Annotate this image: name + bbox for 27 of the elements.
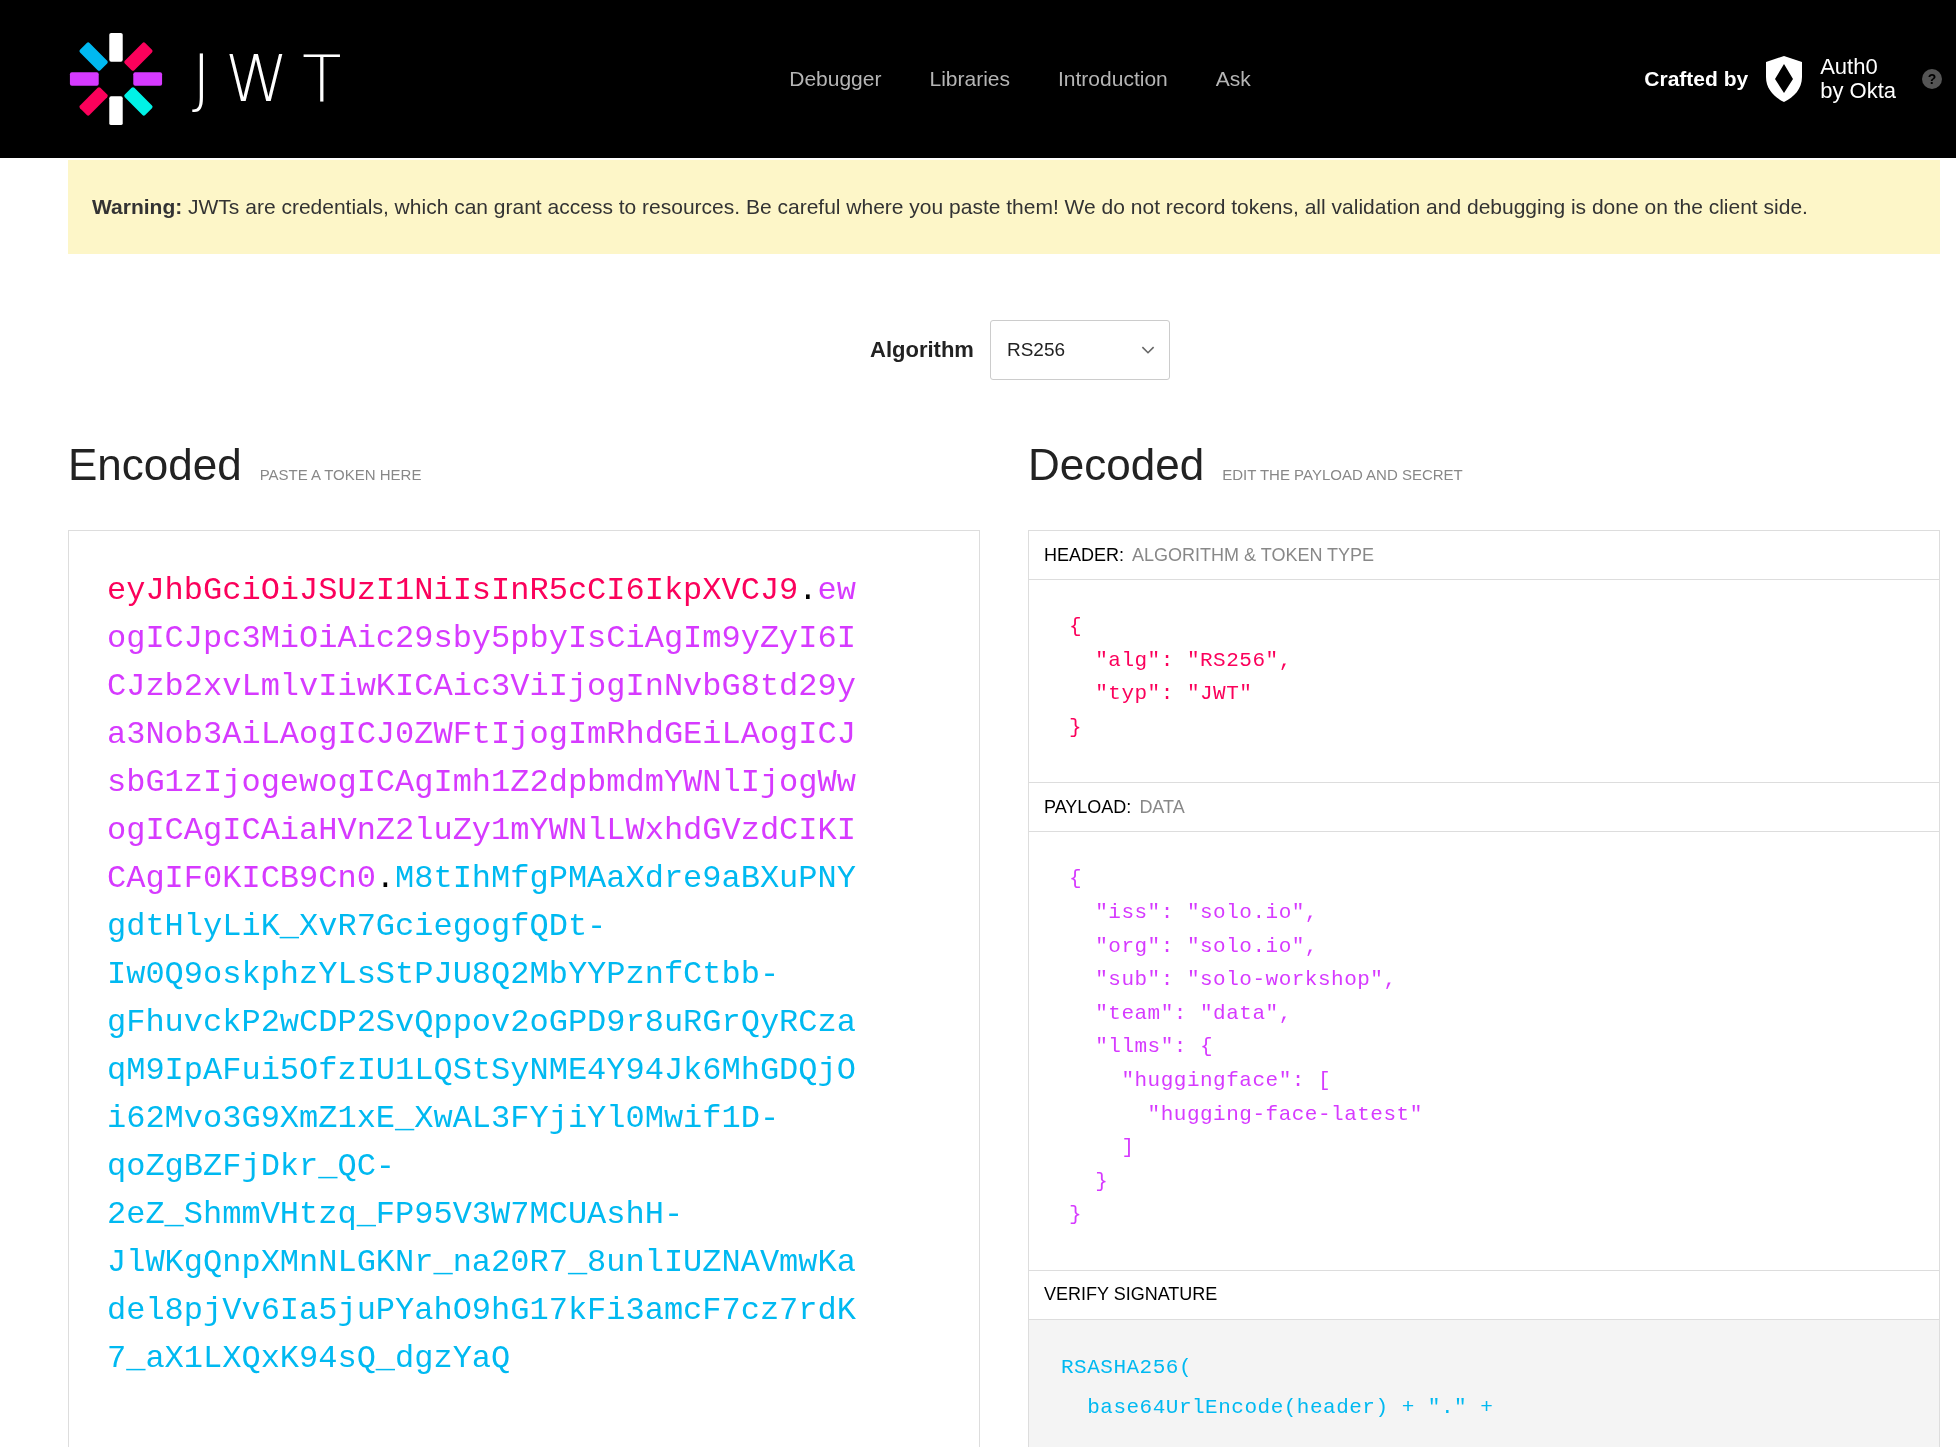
nav-link[interactable]: Ask bbox=[1215, 67, 1251, 91]
encoded-title: Encoded bbox=[68, 440, 242, 490]
decoded-title: Decoded bbox=[1028, 440, 1205, 490]
nav-link[interactable]: Libraries bbox=[929, 67, 1010, 91]
token-text: eyJhbGciOiJSUzI1NiIsInR5cCI6IkpXVCJ9.ewogICJpc3MiOiAic29sby5pbyIsCiAgIm9yZyI6ICJzb2xvLmlvIiwKICAic3ViIjogInNvbG8td29ya3Nob3AiLAogICJ0ZWFtIjogImRhdGEiLAogICJsbG1zIjogewogICAgImh1Z2dpbmdmYWNlIjogWwogICAgICAiaHVnZ2luZy1mYWNlLWxhdGVzdCIKICAgIF0KICB9Cn0.M8tIhMfgPMAaXdre9aBXuPNYgdtHlyLiK_XvR7GciegogfQDt-Iw0Q9oskphzYLsStPJU8Q2MbYYPznfCtbb-gFhuvckP2wCDP2SvQppov2oGPD9r8uRGrQyRCzaqM9IpAFui5OfzIU1LQStSyNME4Y94Jk6MhGDQjOi62Mvo3G9XmZ1xE_XwAL3FYjiYl0Mwif1D-qoZgBZFjDkr_QC-2eZ_ShmmVHtzq_FP95V3W7MCUAshH-JlWKgQnpXMnNLGKNr_na20R7_8unlIUZNAVmwKadel8pjVv6Ia5juPYahO9hG17kFi3amcF7cz7rdK7_aX1LXQxK94sQ_dgzYaQ bbox=[107, 571, 856, 1379]
json-code-block[interactable]: { "iss": "solo.io", "org": "solo.io", "sub": "solo-workshop", "team": "data", "llms": { "huggingface": [ "hugging-face-latest" ] } } bbox=[1069, 862, 1899, 1232]
decoded-hint: EDIT THE PAYLOAD AND SECRET bbox=[1222, 466, 1463, 483]
encoded-hint: PASTE A TOKEN HERE bbox=[259, 466, 422, 483]
brand-name-text[interactable]: by Okta bbox=[1820, 79, 1896, 103]
json-code-block[interactable]: { "alg": "RS256", "typ": "JWT" } bbox=[1069, 610, 1899, 745]
chevron-down-icon bbox=[1140, 345, 1155, 355]
logo-text[interactable]: JWT bbox=[192, 42, 356, 116]
section-label: PAYLOAD: bbox=[1044, 796, 1132, 818]
warning-text: Warning: JWTs are credentials, which can grant access to resources. Be careful where you paste them! We do not record tokens, all validation and debugging is done on the client side. bbox=[92, 195, 1808, 219]
starburst-logo-icon[interactable] bbox=[68, 31, 164, 127]
algorithm-label: Algorithm bbox=[870, 337, 974, 363]
shield-icon[interactable] bbox=[1764, 53, 1805, 105]
nav-link[interactable]: Introduction bbox=[1058, 67, 1168, 91]
section-sublabel: ALGORITHM & TOKEN TYPE bbox=[1132, 544, 1375, 566]
section-label: HEADER: bbox=[1044, 544, 1124, 566]
section-label: VERIFY SIGNATURE bbox=[1044, 1284, 1218, 1306]
section-sublabel: DATA bbox=[1139, 796, 1185, 818]
token-input[interactable] bbox=[68, 530, 980, 1447]
algorithm-select[interactable]: RS256 bbox=[989, 320, 1170, 380]
crafted-by-text: Crafted by bbox=[1644, 67, 1749, 91]
brand-name-text[interactable]: Auth0 bbox=[1820, 55, 1896, 79]
nav-link[interactable]: Debugger bbox=[789, 67, 882, 91]
